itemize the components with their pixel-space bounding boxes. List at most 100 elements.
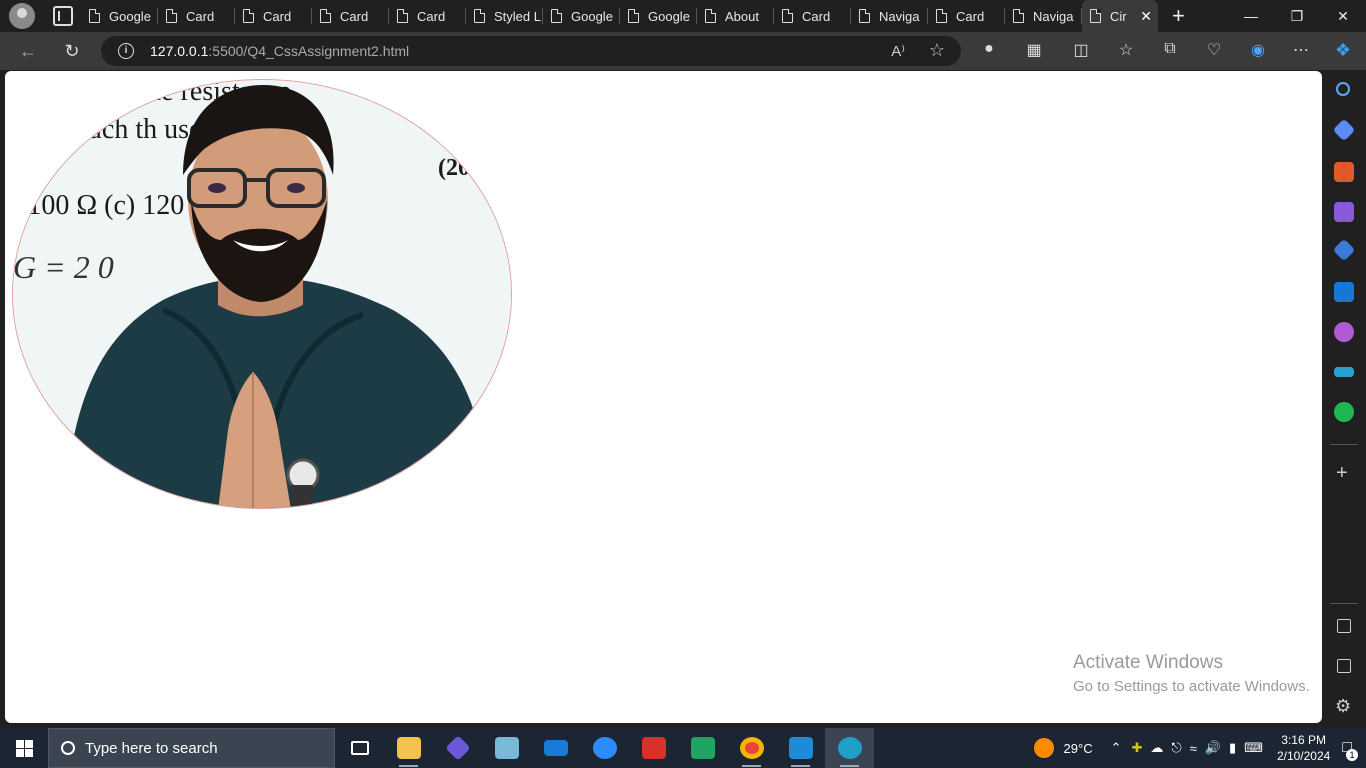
designer-icon[interactable] — [1334, 322, 1354, 342]
tab[interactable]: Card — [774, 0, 851, 32]
tab[interactable]: Styled L — [466, 0, 543, 32]
usb-icon[interactable]: ⎋ — [1171, 740, 1181, 756]
battery-icon[interactable]: ▮ — [1229, 740, 1236, 756]
address-bar[interactable]: i 127.0.0.1:5500/Q4_CssAssignment2.html … — [101, 36, 961, 66]
microsoft-365-icon[interactable] — [1332, 238, 1356, 262]
tools-icon[interactable] — [1334, 162, 1354, 182]
system-tray: 29°C ⌃ ✚ ☁ ⎋ ≈ 🔊 ▮ ⌨ 3:16 PM 2/10/2024 □… — [1033, 728, 1366, 768]
board-text-4: ) 100 Ω (c) 120 Ω — [13, 190, 212, 221]
clock[interactable]: 3:16 PM 2/10/2024 — [1277, 732, 1330, 764]
tab[interactable]: Card — [235, 0, 312, 32]
tab-label: Cir — [1110, 8, 1127, 24]
sidebar-settings-icon[interactable]: ⚙ — [1335, 696, 1351, 717]
edge-settings-icon[interactable]: ◉ — [1248, 40, 1268, 60]
wps-office-icon[interactable] — [629, 728, 678, 768]
tab[interactable]: Naviga — [851, 0, 928, 32]
tray-app-icon[interactable]: ✚ — [1131, 740, 1142, 756]
back-arrow-icon[interactable]: ← — [14, 37, 42, 65]
search-icon[interactable] — [1336, 82, 1350, 96]
page-icon — [166, 9, 177, 23]
browser-essentials-icon[interactable]: ♡ — [1204, 40, 1224, 60]
page-icon — [859, 9, 870, 23]
read-aloud-icon[interactable]: A⁾ — [891, 42, 905, 60]
tab[interactable]: Google — [620, 0, 697, 32]
copilot-taskbar-icon[interactable] — [433, 728, 482, 768]
mail-icon[interactable] — [531, 728, 580, 768]
copilot-icon[interactable]: ❖ — [1333, 40, 1353, 61]
onedrive-icon[interactable]: ☁ — [1150, 740, 1163, 756]
photo-illustration: tion. The resistance such th used as a v… — [13, 80, 511, 508]
split-screen-icon[interactable]: ◫ — [1071, 40, 1091, 60]
maximize-button[interactable]: ❐ — [1274, 0, 1320, 32]
extension-icon[interactable]: ● — [979, 40, 999, 58]
edge-sidebar: + ⚙ — [1322, 70, 1366, 723]
taskbar-search-box[interactable]: Type here to search — [48, 728, 335, 768]
tab[interactable]: Card — [158, 0, 235, 32]
close-window-button[interactable]: ✕ — [1320, 0, 1366, 32]
profile-avatar-icon[interactable] — [9, 3, 35, 29]
meet-icon[interactable] — [678, 728, 727, 768]
weather-sun-icon[interactable] — [1033, 738, 1054, 758]
minimize-button[interactable]: — — [1228, 0, 1274, 32]
tab-active[interactable]: Cir ✕ — [1082, 0, 1158, 32]
search-icon — [61, 741, 75, 755]
windows-start-icon[interactable] — [0, 728, 48, 768]
refresh-icon[interactable]: ↻ — [58, 37, 86, 65]
favorite-star-icon[interactable]: ☆ — [929, 40, 945, 61]
watermark-subtitle: Go to Settings to activate Windows. — [1073, 678, 1310, 695]
notepad-icon[interactable] — [482, 728, 531, 768]
open-external-icon[interactable] — [1337, 659, 1351, 673]
outlook-icon[interactable] — [1334, 282, 1354, 302]
close-tab-icon[interactable]: ✕ — [1140, 8, 1152, 25]
drop-icon[interactable] — [1334, 367, 1354, 377]
more-menu-icon[interactable]: ⋯ — [1291, 40, 1311, 60]
add-icon[interactable]: + — [1336, 462, 1348, 485]
hide-sidebar-icon[interactable] — [1337, 619, 1351, 633]
tab[interactable]: Card — [389, 0, 466, 32]
tab-label: Card — [340, 8, 369, 24]
keyboard-icon[interactable]: ⌨ — [1244, 740, 1263, 756]
show-hidden-icons[interactable]: ⌃ — [1111, 740, 1122, 756]
games-icon[interactable] — [1334, 202, 1354, 222]
tab[interactable]: Naviga — [1005, 0, 1082, 32]
chrome-icon[interactable] — [727, 728, 776, 768]
notifications-icon[interactable]: □ 1 — [1342, 739, 1358, 761]
page-icon — [1013, 9, 1024, 23]
task-view-icon[interactable] — [335, 728, 384, 768]
favorites-icon[interactable]: ☆ — [1116, 40, 1136, 60]
url-text[interactable]: 127.0.0.1:5500/Q4_CssAssignment2.html — [150, 43, 409, 59]
collections-icon[interactable]: ⧉ — [1160, 40, 1180, 58]
clock-date: 2/10/2024 — [1276, 749, 1331, 763]
tab-label: Google — [571, 8, 613, 24]
page-icon — [1090, 9, 1101, 23]
page-icon — [243, 9, 254, 23]
page-icon — [474, 9, 485, 23]
network-icon[interactable]: ≈ — [1190, 741, 1197, 756]
clock-time: 3:16 PM — [1281, 733, 1326, 747]
zoom-icon[interactable] — [580, 728, 629, 768]
tab-label: Google — [109, 8, 151, 24]
extensions-puzzle-icon[interactable]: ▦ — [1024, 40, 1044, 60]
edge-icon[interactable] — [825, 728, 874, 768]
site-info-icon[interactable]: i — [118, 43, 134, 59]
search-placeholder: Type here to search — [85, 739, 218, 757]
file-explorer-icon[interactable] — [384, 728, 433, 768]
windows-taskbar: Type here to search 29°C ⌃ ✚ ☁ ⎋ ≈ 🔊 ▮ ⌨… — [0, 728, 1366, 768]
tab-actions-icon[interactable] — [53, 6, 73, 26]
tab[interactable]: Google — [81, 0, 158, 32]
tab-label: Card — [186, 8, 215, 24]
tab[interactable]: About — [697, 0, 774, 32]
tab[interactable]: Card — [928, 0, 1005, 32]
page-icon — [936, 9, 947, 23]
weather-temperature[interactable]: 29°C — [1064, 741, 1093, 756]
window-controls: — ❐ ✕ — [1228, 0, 1366, 32]
volume-icon[interactable]: 🔊 — [1205, 740, 1221, 756]
vscode-icon[interactable] — [776, 728, 825, 768]
page-icon — [551, 9, 562, 23]
spotify-icon[interactable] — [1334, 402, 1354, 422]
shopping-tag-icon[interactable] — [1332, 118, 1356, 142]
new-tab-button[interactable]: + — [1172, 3, 1185, 29]
page-icon — [628, 9, 639, 23]
tab[interactable]: Card — [312, 0, 389, 32]
tab[interactable]: Google — [543, 0, 620, 32]
